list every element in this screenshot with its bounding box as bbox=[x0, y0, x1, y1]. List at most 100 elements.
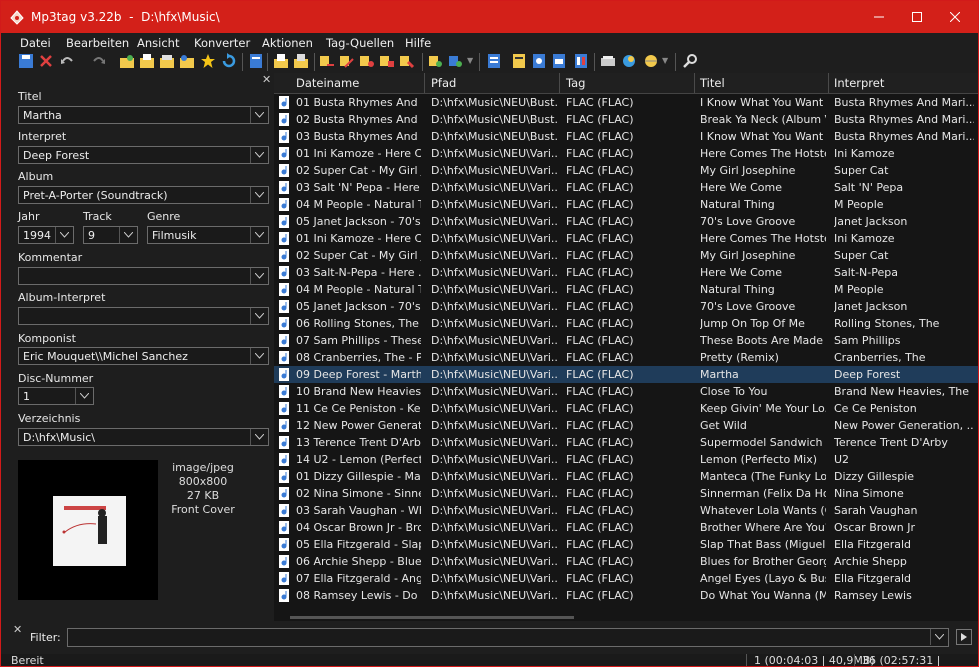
chevron-down-icon[interactable] bbox=[250, 308, 268, 324]
menu-hilfe[interactable]: Hilfe bbox=[405, 36, 431, 50]
titel-field[interactable]: Martha bbox=[18, 106, 269, 124]
jahr-field[interactable]: 1994 bbox=[18, 226, 74, 244]
chevron-down-icon[interactable] bbox=[250, 268, 268, 284]
table-row[interactable]: 14 U2 - Lemon (Perfect... D:\hfx\Music\NE… bbox=[274, 451, 978, 468]
text-to-tag-icon[interactable] bbox=[379, 53, 395, 69]
table-row[interactable]: 05 Ella Fitzgerald - Slap ... D:\hfx\Musi… bbox=[274, 536, 978, 553]
table-row[interactable]: 04 M People - Natural T... D:\hfx\Music\N… bbox=[274, 281, 978, 298]
favorite-icon[interactable] bbox=[200, 53, 216, 69]
favorite-folder-icon[interactable] bbox=[179, 53, 195, 69]
web-sources-icon[interactable] bbox=[621, 53, 637, 69]
table-row[interactable]: 11 Ce Ce Peniston - Kee... D:\hfx\Music\N… bbox=[274, 400, 978, 417]
komponist-field[interactable]: Eric Mouquet\\Michel Sanchez bbox=[18, 347, 269, 365]
chevron-down-icon[interactable] bbox=[119, 227, 137, 243]
table-row[interactable]: 10 Brand New Heavies, ... D:\hfx\Music\NE… bbox=[274, 383, 978, 400]
chevron-down-icon[interactable] bbox=[930, 629, 948, 645]
cover-art[interactable] bbox=[18, 460, 158, 600]
column-header-interpret[interactable]: Interpret bbox=[834, 76, 884, 90]
column-divider[interactable] bbox=[828, 73, 829, 93]
musicbrainz-icon[interactable] bbox=[551, 53, 567, 69]
disc-field[interactable]: 1 bbox=[18, 387, 94, 405]
tag-to-filename-icon[interactable] bbox=[319, 53, 335, 69]
table-row[interactable]: 05 Janet Jackson - 70's L... D:\hfx\Music… bbox=[274, 213, 978, 230]
table-row[interactable]: 06 Archie Shepp - Blues ... D:\hfx\Music\… bbox=[274, 553, 978, 570]
chevron-down-icon[interactable] bbox=[250, 187, 268, 203]
interpret-field[interactable]: Deep Forest bbox=[18, 146, 269, 164]
album-field[interactable]: Pret-A-Porter (Soundtrack) bbox=[18, 186, 269, 204]
table-row[interactable]: 03 Salt-N-Pepa - Here ... D:\hfx\Music\NE… bbox=[274, 264, 978, 281]
menu-konverter[interactable]: Konverter bbox=[194, 36, 250, 50]
tag-panel-icon[interactable] bbox=[248, 53, 264, 69]
chevron-down-icon[interactable] bbox=[75, 388, 93, 404]
column-header-dateiname[interactable]: Dateiname bbox=[296, 76, 359, 90]
table-row[interactable]: 12 New Power Generati... D:\hfx\Music\NEU… bbox=[274, 417, 978, 434]
discogs-icon[interactable] bbox=[511, 53, 527, 69]
table-row[interactable]: 01 Ini Kamoze - Here Co... D:\hfx\Music\N… bbox=[274, 145, 978, 162]
table-row[interactable]: 08 Cranberries, The - Pr... D:\hfx\Music\… bbox=[274, 349, 978, 366]
close-button[interactable] bbox=[932, 1, 978, 33]
menu-datei[interactable]: Datei bbox=[20, 36, 51, 50]
globe-icon[interactable] bbox=[643, 53, 659, 69]
table-row[interactable]: 02 Nina Simone - Sinner... D:\hfx\Music\N… bbox=[274, 485, 978, 502]
filename-to-filename-icon[interactable] bbox=[359, 53, 375, 69]
freedb-icon[interactable] bbox=[531, 53, 547, 69]
undo-icon[interactable] bbox=[59, 53, 75, 69]
table-row[interactable]: 07 Ella Fitzgerald - Ange... D:\hfx\Music… bbox=[274, 570, 978, 587]
chevron-down-icon[interactable] bbox=[250, 147, 268, 163]
column-divider[interactable] bbox=[424, 73, 425, 93]
track-field[interactable]: 9 bbox=[83, 226, 138, 244]
chevron-down-icon[interactable] bbox=[250, 429, 268, 445]
menu-ansicht[interactable]: Ansicht bbox=[137, 36, 179, 50]
chevron-down-icon[interactable] bbox=[250, 348, 268, 364]
table-row[interactable]: 01 Busta Rhymes And ... D:\hfx\Music\NEU\… bbox=[274, 94, 978, 111]
redo-icon[interactable] bbox=[91, 53, 107, 69]
table-row[interactable]: 02 Super Cat - My Girl J... D:\hfx\Music\… bbox=[274, 162, 978, 179]
column-divider[interactable] bbox=[559, 73, 560, 93]
kommentar-field[interactable] bbox=[18, 267, 269, 285]
table-row[interactable]: 04 Oscar Brown Jr - Brot... D:\hfx\Music\… bbox=[274, 519, 978, 536]
close-filter-icon[interactable]: ✕ bbox=[13, 623, 22, 636]
chevron-down-icon[interactable] bbox=[250, 227, 268, 243]
filename-to-tag-icon[interactable] bbox=[339, 53, 355, 69]
column-header-pfad[interactable]: Pfad bbox=[431, 76, 456, 90]
import-icon[interactable] bbox=[293, 53, 309, 69]
album-interpret-field[interactable] bbox=[18, 307, 269, 325]
chevron-down-icon[interactable]: ▼ bbox=[467, 56, 473, 65]
chevron-down-icon[interactable] bbox=[55, 227, 73, 243]
folder-open-icon[interactable] bbox=[159, 53, 175, 69]
amazon-icon[interactable] bbox=[573, 53, 589, 69]
table-row[interactable]: 04 M People - Natural T... D:\hfx\Music\N… bbox=[274, 196, 978, 213]
actions-quick-icon[interactable] bbox=[448, 53, 464, 69]
actions-icon[interactable] bbox=[428, 53, 444, 69]
verzeichnis-field[interactable]: D:\hfx\Music\ bbox=[18, 428, 269, 446]
column-divider[interactable] bbox=[694, 73, 695, 93]
save-icon[interactable] bbox=[18, 53, 34, 69]
menu-bearbeiten[interactable]: Bearbeiten bbox=[66, 36, 129, 50]
chevron-down-icon[interactable] bbox=[250, 107, 268, 123]
sources-icon[interactable] bbox=[486, 53, 502, 69]
table-row[interactable]: 05 Janet Jackson - 70's L... D:\hfx\Music… bbox=[274, 298, 978, 315]
table-row[interactable]: 08 Ramsey Lewis - Do ... D:\hfx\Music\NEU… bbox=[274, 587, 978, 604]
menu-aktionen[interactable]: Aktionen bbox=[262, 36, 313, 50]
table-row[interactable]: 03 Sarah Vaughan - Wh... D:\hfx\Music\NEU… bbox=[274, 502, 978, 519]
add-dir-icon[interactable] bbox=[119, 53, 135, 69]
close-panel-icon[interactable]: ✕ bbox=[262, 73, 271, 86]
horizontal-scrollbar[interactable] bbox=[290, 616, 574, 619]
table-row[interactable]: 03 Salt 'N' Pepa - Here ... D:\hfx\Music\… bbox=[274, 179, 978, 196]
table-row[interactable]: 06 Rolling Stones, The - ... D:\hfx\Music… bbox=[274, 315, 978, 332]
table-row[interactable]: 13 Terence Trent D'Arby ... D:\hfx\Music\… bbox=[274, 434, 978, 451]
export-icon[interactable] bbox=[273, 53, 289, 69]
remove-tag-icon[interactable] bbox=[38, 53, 54, 69]
table-row[interactable]: 01 Dizzy Gillespie - Man... D:\hfx\Music\… bbox=[274, 468, 978, 485]
table-row[interactable]: 09 Deep Forest - Martha... D:\hfx\Music\N… bbox=[274, 366, 978, 383]
refresh-icon[interactable] bbox=[221, 53, 237, 69]
table-row[interactable]: 01 Ini Kamoze - Here Co... D:\hfx\Music\N… bbox=[274, 230, 978, 247]
filter-input[interactable] bbox=[67, 628, 949, 647]
table-row[interactable]: 03 Busta Rhymes And ... D:\hfx\Music\NEU\… bbox=[274, 128, 978, 145]
tag-to-tag-icon[interactable] bbox=[399, 53, 415, 69]
menu-tag-quellen[interactable]: Tag-Quellen bbox=[326, 36, 394, 50]
table-row[interactable]: 07 Sam Phillips - These ... D:\hfx\Music\… bbox=[274, 332, 978, 349]
genre-field[interactable]: Filmusik bbox=[147, 226, 269, 244]
chevron-down-icon[interactable]: ▼ bbox=[662, 56, 668, 65]
column-header-tag[interactable]: Tag bbox=[566, 76, 585, 90]
